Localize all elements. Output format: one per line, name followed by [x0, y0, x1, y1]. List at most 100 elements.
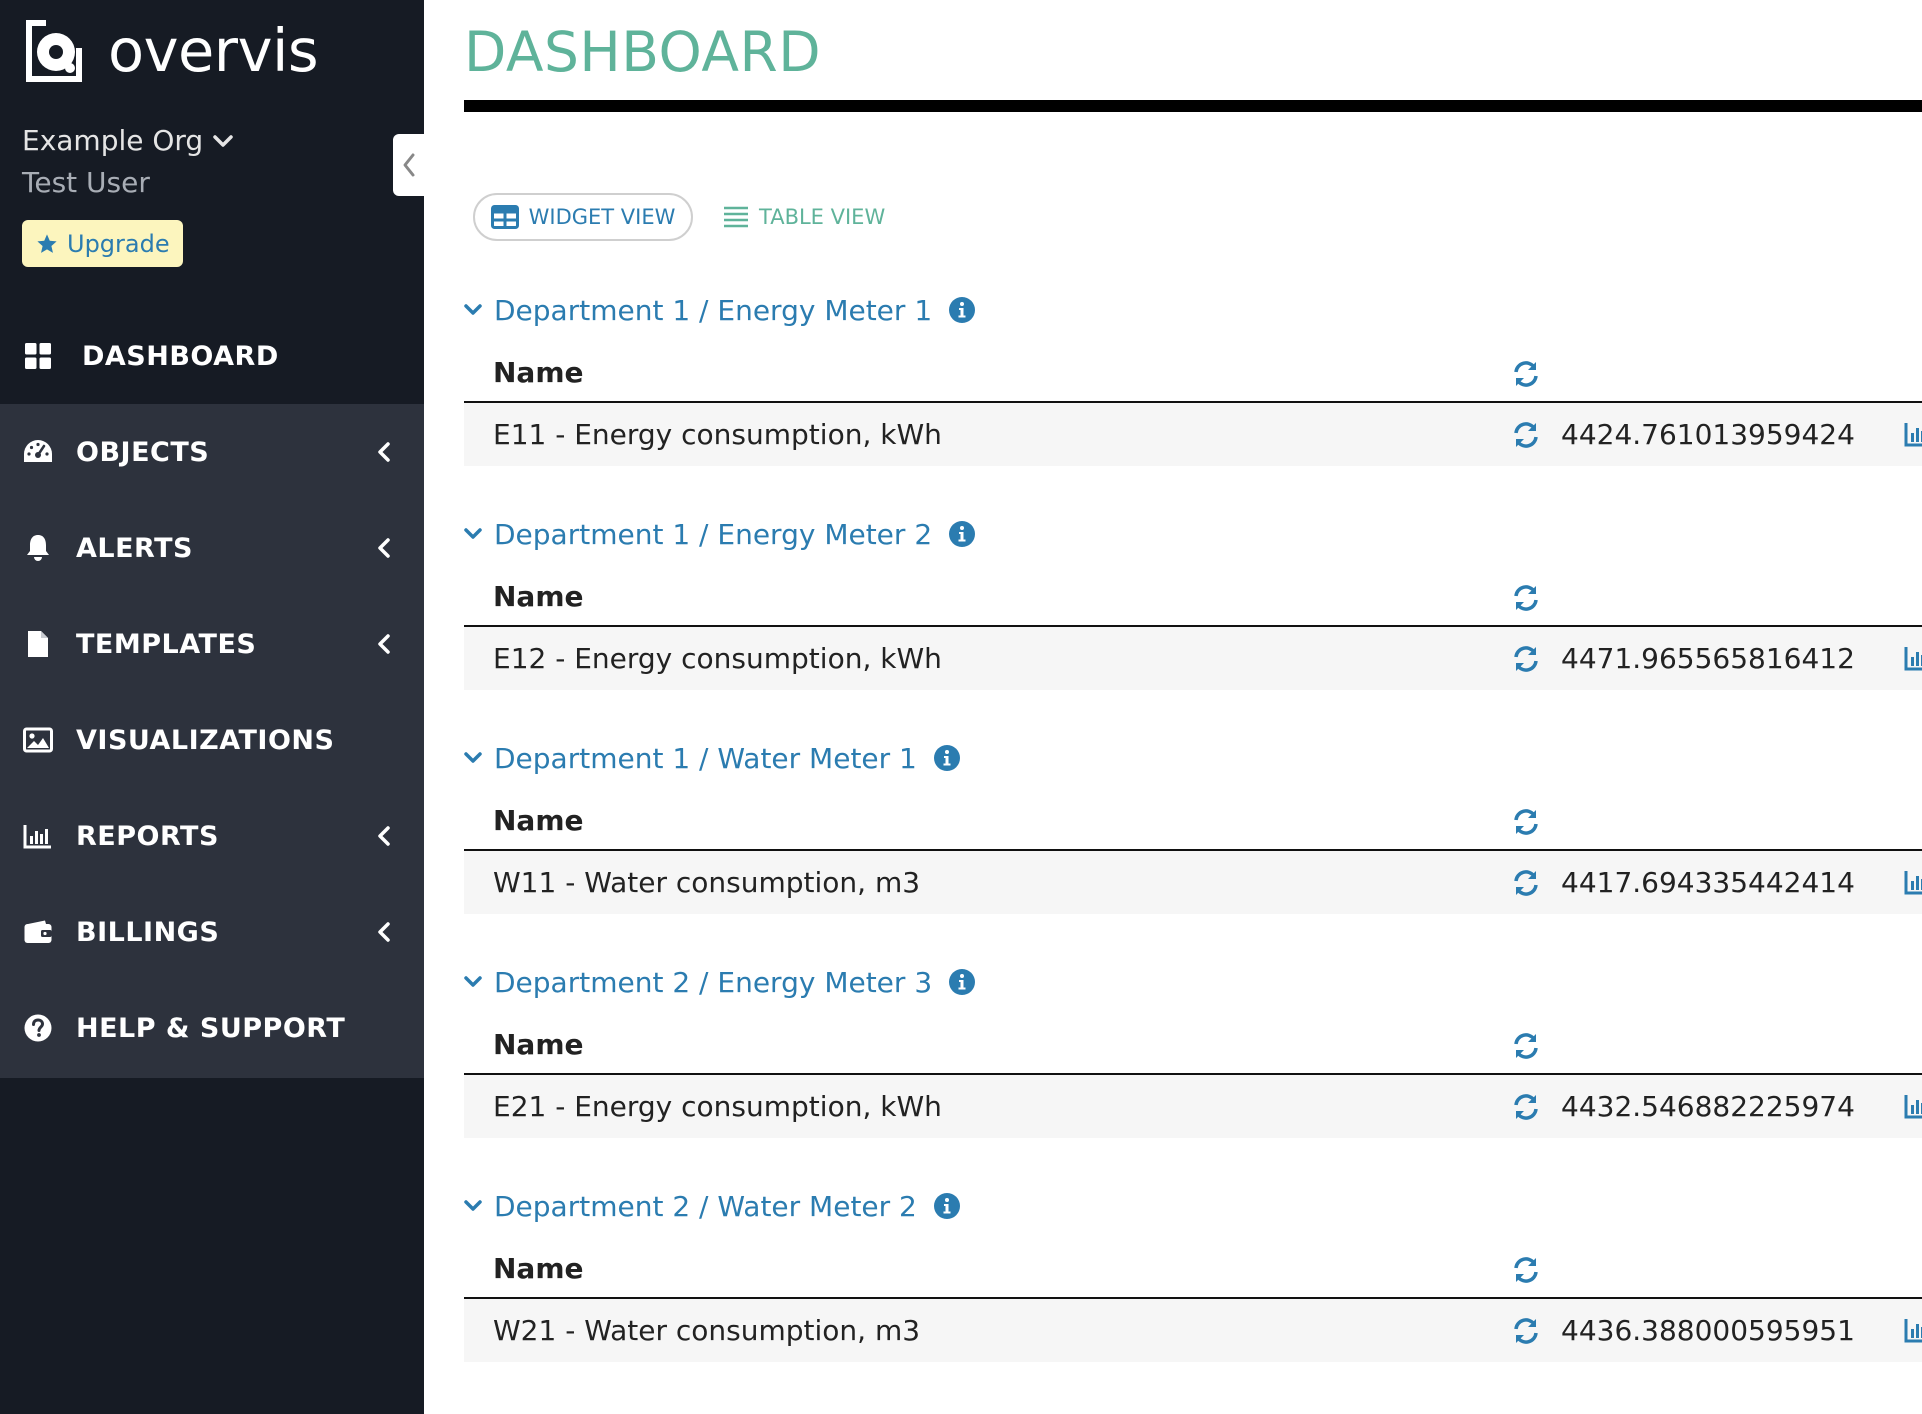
table-header: Name	[464, 790, 1922, 851]
main-nav: DASHBOARD OBJECTS ALERTS TEMPLATES VISUA…	[0, 308, 424, 1078]
section-header[interactable]: Department 1 / Water Meter 1	[464, 738, 961, 778]
column-header-name: Name	[493, 1028, 584, 1061]
nav-item-dashboard[interactable]: DASHBOARD	[0, 308, 424, 404]
chevron-left-icon	[403, 153, 414, 177]
upgrade-button[interactable]: Upgrade	[22, 220, 183, 267]
info-icon[interactable]	[948, 968, 976, 996]
table-row: E12 - Energy consumption, kWh 4471.96556…	[464, 627, 1922, 690]
info-icon[interactable]	[948, 520, 976, 548]
widget-view-button[interactable]: WIDGET VIEW	[473, 193, 693, 241]
section-title: Department 2 / Energy Meter 3	[494, 965, 933, 999]
file-icon	[22, 628, 54, 660]
table-row: W11 - Water consumption, m3 4417.6943354…	[464, 851, 1922, 914]
chevron-left-icon	[378, 922, 390, 942]
section-title: Department 2 / Water Meter 2	[494, 1189, 917, 1223]
table-header: Name	[464, 1014, 1922, 1075]
grid-icon	[22, 340, 54, 372]
nav-item-billings[interactable]: BILLINGS	[0, 884, 424, 980]
refresh-all-icon[interactable]	[1512, 808, 1540, 836]
refresh-all-icon[interactable]	[1512, 360, 1540, 388]
refresh-icon[interactable]	[1512, 1317, 1540, 1345]
column-header-name: Name	[493, 1252, 584, 1285]
bar-chart-icon	[22, 820, 54, 852]
refresh-all-icon[interactable]	[1512, 584, 1540, 612]
chevron-left-icon	[378, 442, 390, 462]
info-icon[interactable]	[948, 296, 976, 324]
refresh-all-icon[interactable]	[1512, 1032, 1540, 1060]
title-divider	[464, 100, 1922, 112]
page-title: DASHBOARD	[464, 20, 822, 84]
refresh-all-icon[interactable]	[1512, 1256, 1540, 1284]
section-title: Department 1 / Energy Meter 1	[494, 293, 933, 327]
widget-view-label: WIDGET VIEW	[528, 205, 676, 229]
section-header[interactable]: Department 1 / Energy Meter 1	[464, 290, 976, 330]
nav-label-reports: REPORTS	[76, 820, 219, 852]
upgrade-label: Upgrade	[67, 229, 170, 258]
parameter-value: 4436.388000595951	[1561, 1314, 1855, 1347]
chevron-down-icon	[464, 304, 482, 315]
refresh-icon[interactable]	[1512, 645, 1540, 673]
nav-label-templates: TEMPLATES	[76, 628, 257, 660]
nav-label-dashboard: DASHBOARD	[82, 340, 279, 372]
bar-chart-icon[interactable]	[1904, 421, 1922, 447]
nav-item-visualizations[interactable]: VISUALIZATIONS	[0, 692, 424, 788]
nav-item-alerts[interactable]: ALERTS	[0, 500, 424, 596]
parameter-value: 4417.694335442414	[1561, 866, 1855, 899]
nav-label-visualizations: VISUALIZATIONS	[76, 724, 335, 756]
column-header-name: Name	[493, 804, 584, 837]
view-toggle: WIDGET VIEW TABLE VIEW	[473, 193, 885, 241]
nav-item-help-support[interactable]: HELP & SUPPORT	[0, 980, 424, 1076]
section-header[interactable]: Department 2 / Water Meter 2	[464, 1186, 961, 1226]
parameter-name: E11 - Energy consumption, kWh	[493, 418, 942, 451]
org-selector[interactable]: Example Org	[22, 124, 233, 157]
parameter-value: 4471.965565816412	[1561, 642, 1855, 675]
bar-chart-icon[interactable]	[1904, 1093, 1922, 1119]
main-content: DASHBOARD WIDGET VIEW TABLE VIEW Departm…	[424, 0, 1922, 1414]
overvis-logo-icon	[26, 20, 82, 82]
chevron-down-icon	[464, 752, 482, 763]
table-header: Name	[464, 566, 1922, 627]
section-header[interactable]: Department 1 / Energy Meter 2	[464, 514, 976, 554]
gauge-icon	[22, 436, 54, 468]
section-header[interactable]: Department 2 / Energy Meter 3	[464, 962, 976, 1002]
chevron-left-icon	[378, 538, 390, 558]
chevron-down-icon	[464, 528, 482, 539]
sidebar-collapse-button[interactable]	[393, 134, 424, 196]
sidebar: overvis Example Org Test User Upgrade DA…	[0, 0, 424, 1414]
table-row: E21 - Energy consumption, kWh 4432.54688…	[464, 1075, 1922, 1138]
chevron-down-icon	[464, 976, 482, 987]
table-row: E11 - Energy consumption, kWh 4424.76101…	[464, 403, 1922, 466]
nav-label-objects: OBJECTS	[76, 436, 210, 468]
brand[interactable]: overvis	[22, 18, 319, 84]
parameter-name: E21 - Energy consumption, kWh	[493, 1090, 942, 1123]
info-icon[interactable]	[933, 1192, 961, 1220]
nav-label-alerts: ALERTS	[76, 532, 193, 564]
nav-item-objects[interactable]: OBJECTS	[0, 404, 424, 500]
widget-grid-icon	[490, 205, 519, 229]
table-view-button[interactable]: TABLE VIEW	[723, 205, 885, 229]
refresh-icon[interactable]	[1512, 1093, 1540, 1121]
parameter-value: 4432.546882225974	[1561, 1090, 1855, 1123]
user-name: Test User	[22, 166, 150, 199]
bar-chart-icon[interactable]	[1904, 645, 1922, 671]
column-header-name: Name	[493, 580, 584, 613]
column-header-name: Name	[493, 356, 584, 389]
refresh-icon[interactable]	[1512, 869, 1540, 897]
nav-item-reports[interactable]: REPORTS	[0, 788, 424, 884]
refresh-icon[interactable]	[1512, 421, 1540, 449]
info-icon[interactable]	[933, 744, 961, 772]
chevron-down-icon	[213, 134, 233, 147]
table-row: W21 - Water consumption, m3 4436.3880005…	[464, 1299, 1922, 1362]
org-name: Example Org	[22, 124, 204, 157]
chevron-left-icon	[378, 826, 390, 846]
parameter-name: E12 - Energy consumption, kWh	[493, 642, 942, 675]
parameter-name: W11 - Water consumption, m3	[493, 866, 921, 899]
star-icon	[37, 233, 57, 253]
bar-chart-icon[interactable]	[1904, 1317, 1922, 1343]
parameter-name: W21 - Water consumption, m3	[493, 1314, 921, 1347]
chevron-left-icon	[378, 634, 390, 654]
wallet-icon	[22, 916, 54, 948]
list-icon	[724, 206, 748, 228]
nav-item-templates[interactable]: TEMPLATES	[0, 596, 424, 692]
bar-chart-icon[interactable]	[1904, 869, 1922, 895]
